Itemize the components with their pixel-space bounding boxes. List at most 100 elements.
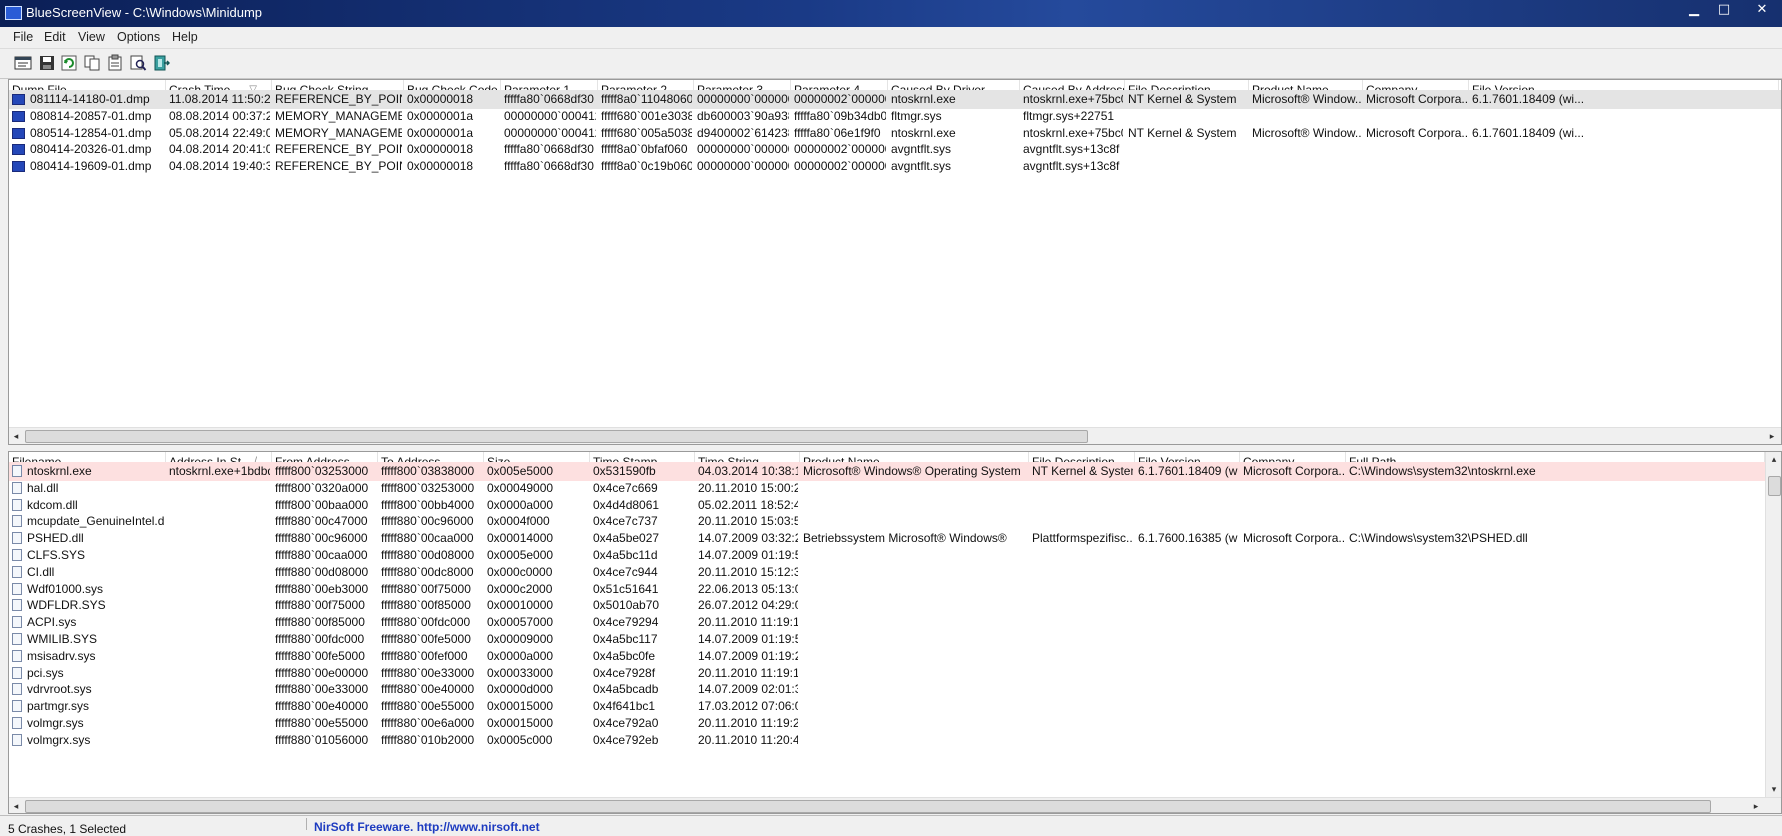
crash-cell-text: MEMORY_MANAGEME... xyxy=(275,125,402,140)
menu-view[interactable]: View xyxy=(78,30,105,44)
close-button[interactable]: ✕ xyxy=(1750,2,1774,18)
driver-cell-text: fffff880`00f85000 xyxy=(275,615,365,630)
driver-cell-text: fffff880`00eb3000 xyxy=(275,581,369,596)
menu-help[interactable]: Help xyxy=(172,30,198,44)
crash-cell-text: avgntflt.sys xyxy=(891,159,952,174)
driver-cell-full-path xyxy=(1349,731,1763,750)
driver-cell-text: 14.07.2009 01:19:51 xyxy=(698,632,798,646)
driver-cell-text: 17.03.2012 07:06:09 xyxy=(698,699,798,714)
driver-cell-text: fffff880`00e33000 xyxy=(275,682,369,697)
crash-cell-parameter-4: 00000002`000000... xyxy=(794,157,886,176)
crash-cell-text: fffffa80`06e1f9f0 xyxy=(794,125,881,140)
scroll-up-arrow-icon[interactable]: ▴ xyxy=(1768,454,1780,464)
driver-cell-text: fffff880`01056000 xyxy=(275,732,369,747)
scroll-down-arrow-icon[interactable]: ▾ xyxy=(1768,784,1780,794)
driver-cell-text: 05.02.2011 18:52:49 xyxy=(698,497,798,512)
crash-cell-text: avgntflt.sys xyxy=(891,142,952,157)
menu-options[interactable]: Options xyxy=(117,30,160,44)
driver-cell-text: fffff880`00f75000 xyxy=(275,598,365,613)
crash-cell-text: 0x00000018 xyxy=(407,92,474,106)
crash-cell-text: 080414-20326-01.dmp xyxy=(30,142,152,157)
nirsoft-link[interactable]: NirSoft Freeware. http://www.nirsoft.net xyxy=(314,820,540,834)
driver-cell-text: Betriebssystem Microsoft® Windows® xyxy=(803,531,1007,546)
refresh-icon[interactable] xyxy=(60,54,78,72)
crash-cell-parameter-1: fffffa80`0668df30 xyxy=(504,157,596,176)
driver-list: FilenameAddress In St.../From AddressTo … xyxy=(8,451,1782,814)
menu-edit[interactable]: Edit xyxy=(44,30,66,44)
crash-cell-product-name xyxy=(1252,157,1361,176)
crash-cell-text: 00000000`000000... xyxy=(697,142,789,157)
toolbar xyxy=(0,49,1782,79)
crash-cell-text: 04.08.2014 20:41:01 xyxy=(169,142,270,157)
driver-file-icon xyxy=(12,683,22,696)
minimize-button[interactable]: ▁ xyxy=(1682,2,1706,18)
driver-list-hscrollbar[interactable]: ◂ ▸ xyxy=(9,797,1781,813)
copy-icon[interactable] xyxy=(83,54,101,72)
driver-cell-text: 0x00049000 xyxy=(487,480,554,495)
driver-cell-text: 6.1.7601.18409 (wi... xyxy=(1138,464,1238,478)
driver-cell-text: 22.06.2013 05:13:05 xyxy=(698,581,798,596)
driver-file-icon xyxy=(12,717,22,729)
crash-cell-text: REFERENCE_BY_POINTER xyxy=(275,92,402,106)
driver-file-icon xyxy=(12,733,22,746)
crash-cell-text: 05.08.2014 22:49:06 xyxy=(169,125,270,140)
crash-cell-text: db600003`90a938... xyxy=(697,108,789,123)
crash-row[interactable]: 080414-19609-01.dmp 04.08.2014 19:40:37 RE… xyxy=(9,157,1781,176)
driver-cell-text: pci.sys xyxy=(27,665,64,680)
driver-cell-text: fffff880`00fe5000 xyxy=(381,632,471,646)
exit-icon[interactable] xyxy=(152,54,170,72)
crash-cell-text: MEMORY_MANAGEME... xyxy=(275,108,402,123)
driver-list-vscroll-thumb[interactable] xyxy=(1768,476,1781,496)
driver-cell-text: 20.11.2010 11:19:11 xyxy=(698,665,798,680)
maximize-button[interactable]: □ xyxy=(1712,2,1736,18)
driver-cell-text: fffff880`00f85000 xyxy=(381,598,471,613)
driver-list-hscroll-thumb[interactable] xyxy=(25,800,1711,813)
title-bar: BlueScreenView - C:\Windows\Minidump ▁ □… xyxy=(0,0,1782,27)
crash-cell-bug-check-code: 0x00000018 xyxy=(407,157,499,176)
crash-list-hscroll-thumb[interactable] xyxy=(25,430,1088,443)
crash-cell-file-description xyxy=(1128,157,1247,176)
find-icon[interactable] xyxy=(129,54,147,72)
html-report-icon[interactable] xyxy=(14,54,32,72)
crash-cell-caused-by-address: avgntflt.sys+13c8f xyxy=(1023,157,1123,176)
driver-cell-text: fffff880`00d08000 xyxy=(381,548,475,562)
driver-cell-text: C:\Windows\system32\ntoskrnl.exe xyxy=(1349,464,1536,478)
driver-cell-file-version xyxy=(1138,731,1238,750)
properties-icon[interactable] xyxy=(106,54,124,72)
driver-cell-text: fffff800`0320a000 xyxy=(275,480,369,495)
driver-cell-text: fffff880`00e55000 xyxy=(275,716,369,730)
driver-cell-text: 0x00014000 xyxy=(487,531,554,546)
crash-list-hscrollbar[interactable]: ◂ ▸ xyxy=(9,427,1781,444)
driver-list-vscrollbar[interactable]: ▴ ▾ xyxy=(1765,452,1781,797)
driver-cell-text: Wdf01000.sys xyxy=(27,581,104,596)
crash-cell-text: 6.1.7601.18409 (wi... xyxy=(1472,92,1585,106)
driver-cell-company xyxy=(1243,731,1344,750)
driver-row[interactable]: volmgrx.sys fffff880`01056000 fffff880`010… xyxy=(9,731,1781,750)
save-icon[interactable] xyxy=(38,54,56,72)
crash-cell-text: 080814-20857-01.dmp xyxy=(30,108,152,123)
menu-file[interactable]: File xyxy=(13,30,33,44)
driver-file-icon xyxy=(12,666,22,679)
driver-cell-to-address: fffff880`010b2000 xyxy=(381,731,482,750)
scroll-left-arrow-icon[interactable]: ◂ xyxy=(11,430,21,442)
crash-cell-text: avgntflt.sys+13c8f xyxy=(1023,159,1120,174)
driver-cell-text: 14.07.2009 01:19:26 xyxy=(698,648,798,663)
driver-file-icon xyxy=(12,633,22,645)
driver-cell-text: ntoskrnl.exe xyxy=(27,464,92,478)
driver-cell-size: 0x0005c000 xyxy=(487,731,588,750)
scroll-right-arrow-icon[interactable]: ▸ xyxy=(1751,800,1761,812)
driver-file-icon xyxy=(12,599,22,612)
crash-cell-text: fffffa80`0668df30 xyxy=(504,142,594,157)
driver-cell-text: 0x0000a000 xyxy=(487,497,554,512)
driver-cell-text: fffff880`00fdc000 xyxy=(275,632,365,646)
crash-cell-text: REFERENCE_BY_POINTER xyxy=(275,142,402,157)
crash-cell-text: 081114-14180-01.dmp xyxy=(30,92,150,106)
scroll-right-arrow-icon[interactable]: ▸ xyxy=(1767,430,1777,442)
driver-cell-text: 14.07.2009 03:32:23 xyxy=(698,531,798,546)
driver-cell-text: 14.07.2009 02:01:31 xyxy=(698,682,798,697)
scroll-left-arrow-icon[interactable]: ◂ xyxy=(11,800,21,812)
crash-cell-text: 6.1.7601.18409 (wi... xyxy=(1472,125,1585,140)
driver-cell-text: Microsoft Corpora... xyxy=(1243,464,1344,478)
crash-cell-text: d9400002`614238... xyxy=(697,125,789,140)
driver-file-icon xyxy=(12,515,22,528)
